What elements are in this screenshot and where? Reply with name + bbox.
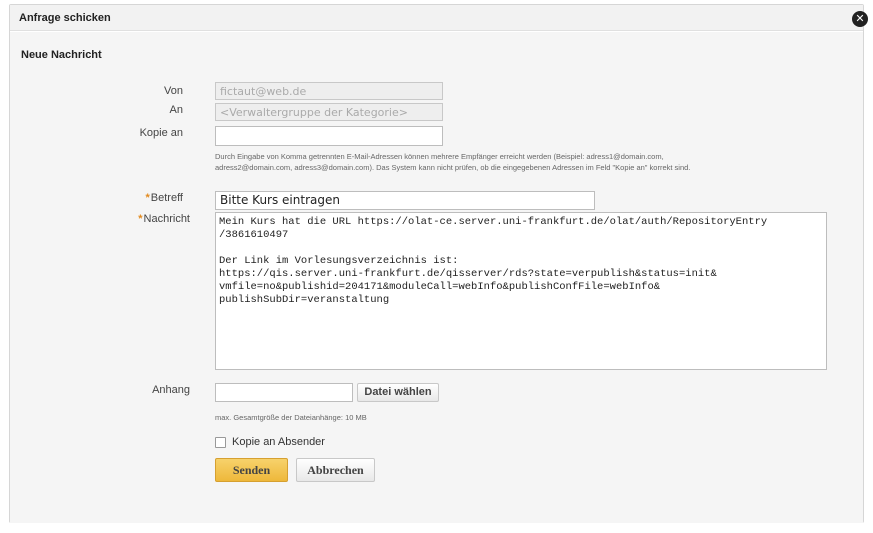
attachment-size-hint: max. Gesamtgröße der Dateianhänge: 10 MB <box>215 413 367 422</box>
close-icon[interactable]: ✕ <box>852 11 868 27</box>
subject-label-text: Betreff <box>150 192 183 204</box>
cc-input[interactable] <box>215 126 443 146</box>
required-marker: * <box>145 192 150 204</box>
dialog-title: Anfrage schicken <box>19 12 111 24</box>
dialog-body: Neue Nachricht Von fictaut@web.de An <Ve… <box>10 32 863 523</box>
subject-label: *Betreff <box>63 192 184 204</box>
cc-hint-line-1: Durch Eingabe von Komma getrennten E-Mai… <box>215 152 664 161</box>
choose-file-button[interactable]: Datei wählen <box>357 383 439 402</box>
copy-to-sender-checkbox[interactable] <box>215 437 226 448</box>
required-marker: * <box>138 213 143 225</box>
attachment-label: Anhang <box>152 384 190 396</box>
to-label: An <box>169 104 183 116</box>
from-field: fictaut@web.de <box>215 82 443 100</box>
send-request-dialog: Anfrage schicken Neue Nachricht Von fict… <box>9 4 868 523</box>
cc-label: Kopie an <box>139 127 183 139</box>
cancel-button[interactable]: Abbrechen <box>296 458 375 482</box>
message-textarea[interactable]: Mein Kurs hat die URL https://olat-ce.se… <box>215 212 827 370</box>
cc-hint-line-2: adress2@domain.com, adress3@domain.com).… <box>215 163 691 172</box>
to-field: <Verwaltergruppe der Kategorie> <box>215 103 443 121</box>
subject-input[interactable]: Bitte Kurs eintragen <box>215 191 595 210</box>
from-label: Von <box>164 85 183 97</box>
attachment-input[interactable] <box>215 383 353 402</box>
cc-hint: Durch Eingabe von Komma getrennten E-Mai… <box>215 151 855 173</box>
message-label-text: Nachricht <box>143 213 190 225</box>
message-label: *Nachricht <box>70 213 190 225</box>
dialog-header: Anfrage schicken <box>10 5 863 31</box>
copy-to-sender-label[interactable]: Kopie an Absender <box>232 436 325 448</box>
send-button[interactable]: Senden <box>215 458 288 482</box>
section-title: Neue Nachricht <box>21 49 102 61</box>
